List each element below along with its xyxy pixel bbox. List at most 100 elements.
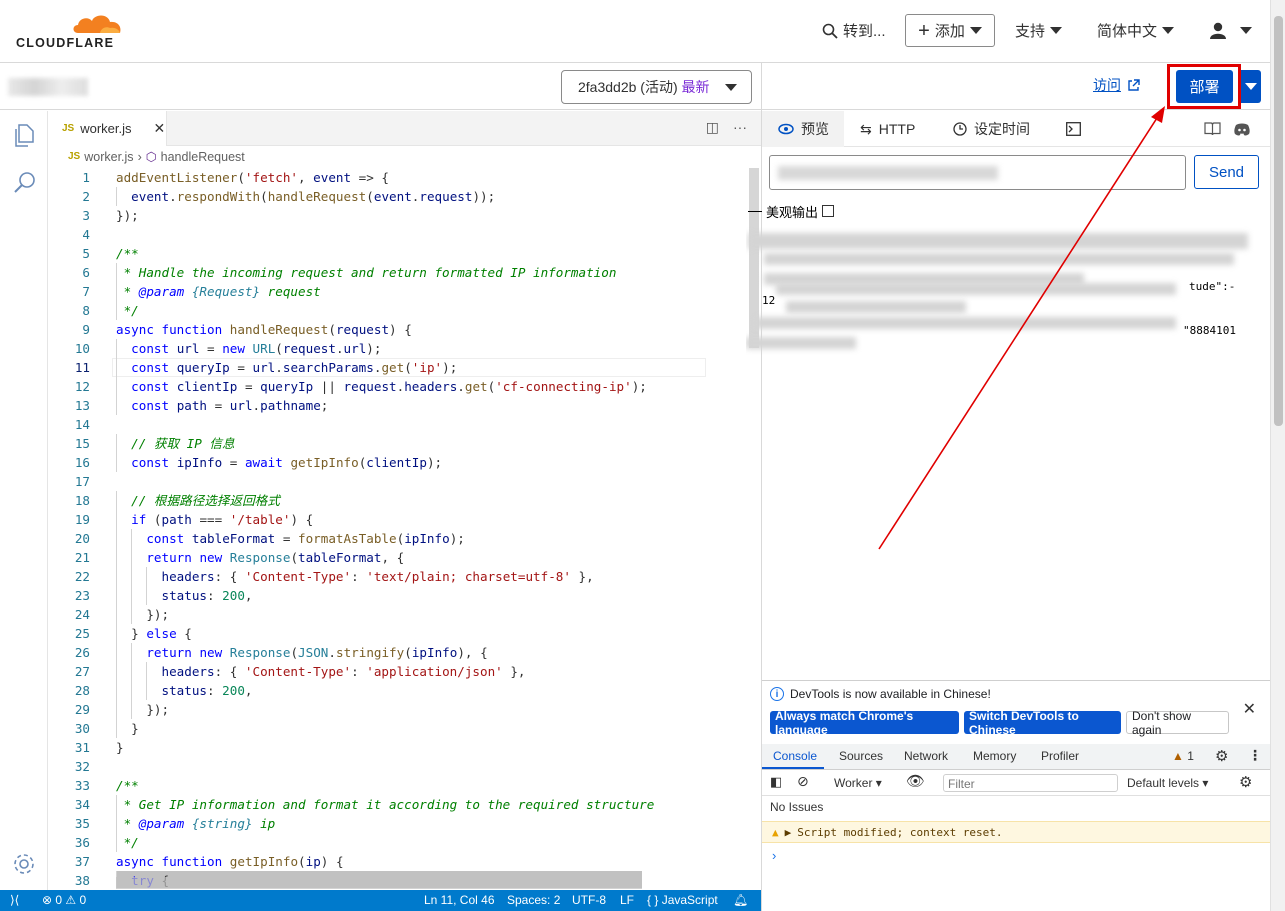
close-icon[interactable]: ✕ [1243,699,1256,719]
warning-indicator[interactable]: ▲ 1 [1172,749,1194,763]
pretty-print-checkbox[interactable] [822,205,835,217]
breadcrumb-symbol[interactable]: handleRequest [161,150,245,164]
visit-link[interactable]: 访问 [1093,75,1140,95]
version-select[interactable]: 2fa3dd2b (活动) 最新 [561,70,752,104]
live-expression-eye-icon[interactable]: 👁︎ [906,772,925,790]
code-line[interactable]: 29 }); [48,700,748,719]
tab-network[interactable]: Network [904,749,948,763]
devtools-menu-icon[interactable]: ⋮ [1248,747,1262,764]
breadcrumb-file[interactable]: worker.js [84,150,133,164]
tab-preview[interactable]: 预览 [762,111,844,147]
tab-schedule[interactable]: 设定时间 [953,111,1030,147]
code-line[interactable]: 28 status: 200, [48,681,748,700]
support-menu[interactable]: 支持 [1015,20,1063,41]
code-line[interactable]: 14 [48,415,748,434]
code-line[interactable]: 31} [48,738,748,757]
language-mode[interactable]: { } JavaScript [647,893,718,907]
code-line[interactable]: 12 const clientIp = queryIp || request.h… [48,377,748,396]
code-line[interactable]: 24 }); [48,605,748,624]
explorer-icon[interactable] [13,124,35,148]
code-line[interactable]: 35 * @param {string} ip [48,814,748,833]
editor-horizontal-scrollbar[interactable] [116,877,642,889]
code-line[interactable]: 26 return new Response(JSON.stringify(ip… [48,643,748,662]
code-line[interactable]: 20 const tableFormat = formatAsTable(ipI… [48,529,748,548]
devtools-settings-icon[interactable]: ⚙ [1215,747,1228,765]
code-line[interactable]: 18 // 根据路径选择返回格式 [48,491,748,510]
code-line[interactable]: 8 */ [48,301,748,320]
notifications-bell-icon[interactable]: 🔔︎ [733,893,748,907]
more-actions-icon[interactable]: ··· [733,119,747,136]
code-line[interactable]: 3}); [48,206,748,225]
send-button[interactable]: Send [1194,155,1259,189]
search-icon[interactable] [13,171,37,195]
code-line[interactable]: 37 async function getIpInfo(ip) { [48,852,748,871]
code-line[interactable]: 23 status: 200, [48,586,748,605]
code-line[interactable]: 34 * Get IP information and format it ac… [48,795,748,814]
code-line[interactable]: 1 addEventListener('fetch', event => { [48,168,748,187]
code-line[interactable]: 21 return new Response(tableFormat, { [48,548,748,567]
code-line[interactable]: 16 const ipInfo = await getIpInfo(client… [48,453,748,472]
log-levels-select[interactable]: Default levels ▾ [1127,776,1208,790]
settings-gear-icon[interactable] [12,852,36,876]
goto-search[interactable]: 转到... [822,20,886,41]
tab-worker-js[interactable]: JS worker.js ✕ [48,111,167,146]
console-filter-input[interactable]: Filter [943,774,1118,792]
deploy-dropdown-button[interactable] [1240,70,1261,103]
code-line[interactable]: 22 headers: { 'Content-Type': 'text/plai… [48,567,748,586]
cursor-position[interactable]: Ln 11, Col 46 [424,893,495,907]
terminal-button[interactable] [1066,111,1081,147]
context-select[interactable]: Worker ▾ [834,776,882,790]
code-line[interactable]: 7 * @param {Request} request [48,282,748,301]
code-line[interactable]: 15 // 获取 IP 信息 [48,434,748,453]
expand-triangle-icon[interactable]: ▶ [785,826,792,839]
code-line[interactable]: 4 [48,225,748,244]
code-line[interactable]: 30 } [48,719,748,738]
pretty-print-toggle[interactable]: 美观输出 [748,201,1270,221]
sidebar-toggle-icon[interactable]: ◧ [770,774,782,790]
encoding[interactable]: UTF-8 [572,893,606,907]
add-button[interactable]: + 添加 [905,14,995,47]
code-line[interactable]: 5 /** [48,244,748,263]
remote-icon[interactable]: ⟩⟨ [10,893,19,907]
docs-button[interactable] [1204,111,1221,147]
code-line[interactable]: 10 const url = new URL(request.url); [48,339,748,358]
code-line[interactable]: 32 [48,757,748,776]
clear-console-icon[interactable]: ⊘ [797,773,809,790]
tab-http[interactable]: ⇆ HTTP [860,111,915,147]
code-line[interactable]: 2 event.respondWith(handleRequest(event.… [48,187,748,206]
console-settings-icon[interactable]: ⚙ [1239,773,1252,791]
console-prompt[interactable]: › [772,848,776,863]
indentation[interactable]: Spaces: 2 [507,893,560,907]
devtools-tab-bar: Console Sources Network Memory Profiler … [762,744,1270,770]
code-line[interactable]: 33 /** [48,776,748,795]
always-match-language-button[interactable]: Always match Chrome's language [770,709,959,737]
cloudflare-logo[interactable]: CLOUDFLARE [16,12,126,50]
code-editor[interactable]: 1 addEventListener('fetch', event => {2 e… [48,168,748,888]
code-line[interactable]: 11 const queryIp = url.searchParams.get(… [48,358,748,377]
account-menu[interactable] [1209,22,1252,39]
close-icon[interactable]: ✕ [154,120,166,137]
dont-show-again-button[interactable]: Don't show again [1126,709,1229,737]
code-line[interactable]: 13 const path = url.pathname; [48,396,748,415]
end-of-line[interactable]: LF [620,893,634,907]
code-line[interactable]: 17 [48,472,748,491]
preview-url-input[interactable] [769,155,1186,190]
code-line[interactable]: 9 async function handleRequest(request) { [48,320,748,339]
code-line[interactable]: 27 headers: { 'Content-Type': 'applicati… [48,662,748,681]
switch-to-chinese-button[interactable]: Switch DevTools to Chinese [964,709,1121,737]
tab-profiler[interactable]: Profiler [1041,749,1079,763]
scrollbar-thumb[interactable] [1274,16,1283,426]
code-line[interactable]: 6 * Handle the incoming request and retu… [48,263,748,282]
code-line[interactable]: 36 */ [48,833,748,852]
code-line[interactable]: 25 } else { [48,624,748,643]
split-editor-icon[interactable]: ◫ [706,119,719,136]
code-text: async function getIpInfo(ip) { [116,854,344,869]
language-menu[interactable]: 简体中文 [1097,20,1175,41]
code-line[interactable]: 19 if (path === '/table') { [48,510,748,529]
discord-button[interactable] [1234,111,1250,147]
tab-sources[interactable]: Sources [839,749,883,763]
page-scrollbar[interactable] [1270,0,1285,911]
problems-indicator[interactable]: ⊗ 0 ⚠ 0 [42,893,86,907]
tab-memory[interactable]: Memory [973,749,1016,763]
tab-console[interactable]: Console [773,749,817,763]
